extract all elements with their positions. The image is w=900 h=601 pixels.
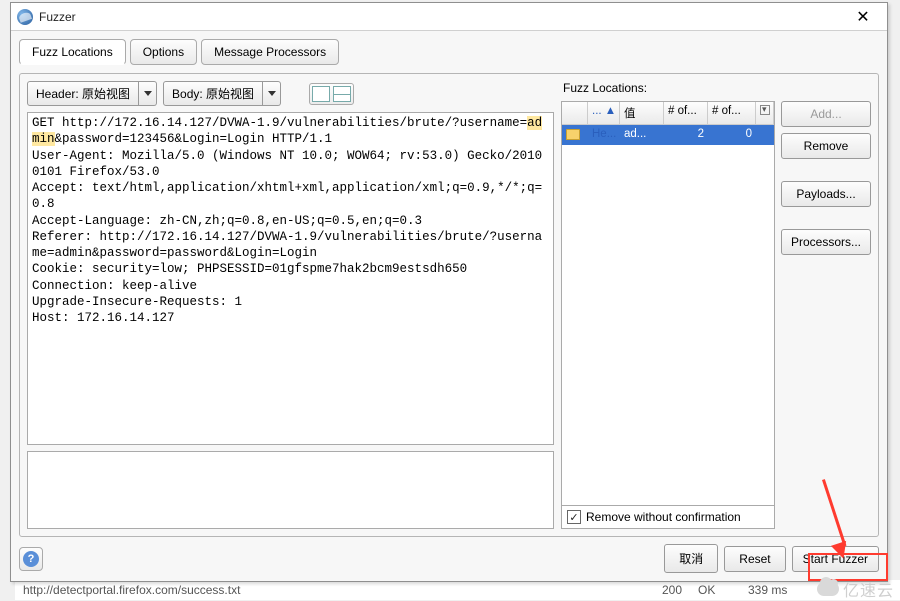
body-view-combo[interactable]: Body: 原始视图 — [163, 81, 281, 106]
folder-icon — [566, 129, 580, 140]
content-frame: Header: 原始视图 Body: 原始视图 GET http://172.1… — [19, 73, 879, 537]
remove-confirm-row[interactable]: ✓ Remove without confirmation — [561, 506, 775, 529]
fuzzer-dialog: Fuzzer ✕ Fuzz Locations Options Message … — [10, 2, 888, 582]
chevron-down-icon — [144, 91, 152, 96]
remove-confirm-label: Remove without confirmation — [586, 510, 741, 524]
cancel-button[interactable]: 取消 — [664, 544, 718, 573]
tab-options[interactable]: Options — [130, 39, 197, 65]
start-fuzzer-button[interactable]: Start Fuzzer — [792, 546, 879, 572]
dialog-footer: ? 取消 Reset Start Fuzzer — [19, 537, 879, 573]
app-icon — [17, 9, 33, 25]
remove-confirm-checkbox[interactable]: ✓ — [567, 510, 581, 524]
layout-split-button[interactable] — [333, 86, 351, 102]
bg-url: http://detectportal.firefox.com/success.… — [15, 583, 630, 597]
tab-fuzz-locations[interactable]: Fuzz Locations — [19, 39, 126, 65]
bg-time: 339 ms — [740, 583, 900, 597]
col-n2[interactable]: # of... — [708, 102, 756, 124]
side-buttons: Add... Remove Payloads... Processors... — [781, 101, 871, 529]
fuzz-locations-table[interactable]: ... ▲ 值 # of... # of... He... ad. — [561, 101, 775, 506]
col-sort: ... ▲ — [588, 102, 620, 124]
help-button[interactable]: ? — [19, 547, 43, 571]
reset-button[interactable]: Reset — [724, 546, 785, 572]
payloads-button[interactable]: Payloads... — [781, 181, 871, 207]
layout-single-button[interactable] — [312, 86, 330, 102]
chevron-down-icon — [268, 91, 276, 96]
table-header[interactable]: ... ▲ 值 # of... # of... — [562, 102, 774, 125]
table-row[interactable]: He... ad... 2 0 — [562, 125, 774, 145]
add-button[interactable]: Add... — [781, 101, 871, 127]
body-view-label[interactable]: Body: 原始视图 — [163, 81, 263, 106]
fuzz-locations-label: Fuzz Locations: — [561, 81, 871, 95]
layout-buttons — [309, 83, 354, 105]
view-toolbar: Header: 原始视图 Body: 原始视图 — [27, 81, 554, 106]
processors-button[interactable]: Processors... — [781, 229, 871, 255]
response-placeholder[interactable] — [27, 451, 554, 529]
tab-message-processors[interactable]: Message Processors — [201, 39, 339, 65]
background-table-row: http://detectportal.firefox.com/success.… — [15, 580, 900, 600]
help-icon: ? — [23, 551, 39, 567]
remove-button[interactable]: Remove — [781, 133, 871, 159]
body-view-dropdown[interactable] — [263, 81, 281, 106]
request-editor[interactable]: GET http://172.16.14.127/DVWA-1.9/vulner… — [27, 112, 554, 445]
col-value[interactable]: 值 — [620, 102, 664, 124]
bg-reason: OK — [690, 583, 740, 597]
header-view-dropdown[interactable] — [139, 81, 157, 106]
col-menu[interactable] — [756, 102, 774, 124]
tab-bar: Fuzz Locations Options Message Processor… — [19, 39, 879, 65]
header-view-label[interactable]: Header: 原始视图 — [27, 81, 139, 106]
window-title: Fuzzer — [39, 10, 845, 24]
header-view-combo[interactable]: Header: 原始视图 — [27, 81, 157, 106]
close-button[interactable]: ✕ — [845, 3, 881, 31]
col-n1[interactable]: # of... — [664, 102, 708, 124]
bg-status: 200 — [630, 583, 690, 597]
titlebar: Fuzzer ✕ — [11, 3, 887, 31]
